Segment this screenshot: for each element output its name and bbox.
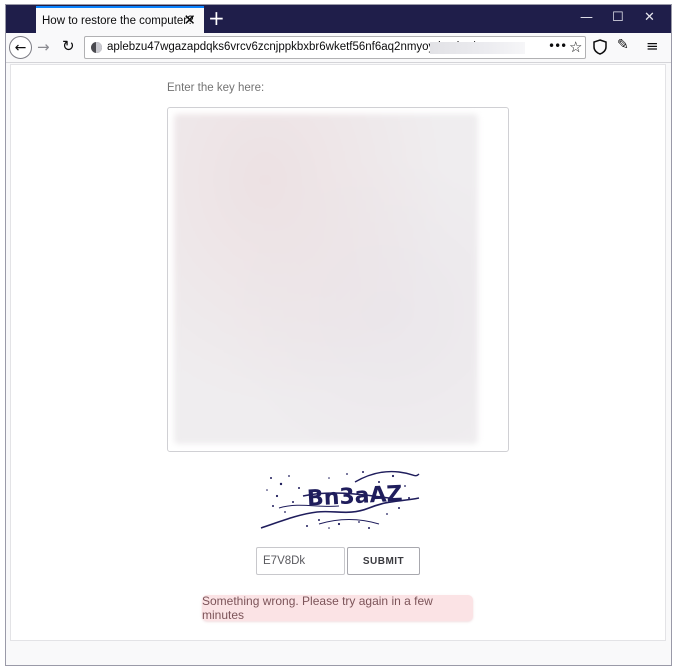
captcha-image: Bn3aAZ xyxy=(260,470,420,529)
bookmark-star-icon[interactable]: ☆ xyxy=(569,38,582,56)
browser-window: How to restore the computer? ✕ + — ☐ ✕ ←… xyxy=(5,4,672,666)
submit-button[interactable]: SUBMIT xyxy=(347,547,420,575)
minimize-icon[interactable]: — xyxy=(580,10,593,26)
page-actions-icon[interactable]: ••• xyxy=(548,39,567,53)
page-content: Enter the key here: Bn3aAZ SUBMIT Som xyxy=(10,64,666,641)
key-label: Enter the key here: xyxy=(167,82,265,94)
window-close-icon[interactable]: ✕ xyxy=(644,10,655,26)
captcha-text: Bn3aAZ xyxy=(306,482,403,512)
captcha-input[interactable] xyxy=(256,547,345,575)
error-message: Something wrong. Please try again in a f… xyxy=(202,594,473,622)
reload-icon[interactable]: ↻ xyxy=(62,37,75,55)
tab-close-icon[interactable]: ✕ xyxy=(183,11,196,29)
site-info-icon[interactable] xyxy=(91,42,102,53)
title-bar: How to restore the computer? ✕ + — ☐ ✕ xyxy=(6,5,671,33)
address-bar[interactable]: aplebzu47wgazapdqks6vrcv6zcnjppkbxbr6wke… xyxy=(84,36,586,59)
new-tab-icon[interactable]: + xyxy=(208,7,225,29)
maximize-icon[interactable]: ☐ xyxy=(612,10,624,26)
shield-icon[interactable] xyxy=(593,39,607,55)
tab-title: How to restore the computer? xyxy=(42,14,194,27)
url-text[interactable]: aplebzu47wgazapdqks6vrcv6zcnjppkbxbr6wke… xyxy=(107,41,475,53)
customize-wand-icon[interactable]: ✎ xyxy=(617,37,629,53)
url-redaction xyxy=(430,42,525,54)
forward-arrow-icon[interactable]: → xyxy=(37,38,50,56)
hamburger-menu-icon[interactable]: ≡ xyxy=(646,37,659,55)
back-arrow-icon[interactable]: ← xyxy=(9,36,32,59)
key-textarea[interactable] xyxy=(167,107,509,452)
navigation-bar: ← → ↻ aplebzu47wgazapdqks6vrcv6zcnjppkbx… xyxy=(6,33,671,63)
tab-active[interactable]: How to restore the computer? ✕ xyxy=(36,6,204,33)
